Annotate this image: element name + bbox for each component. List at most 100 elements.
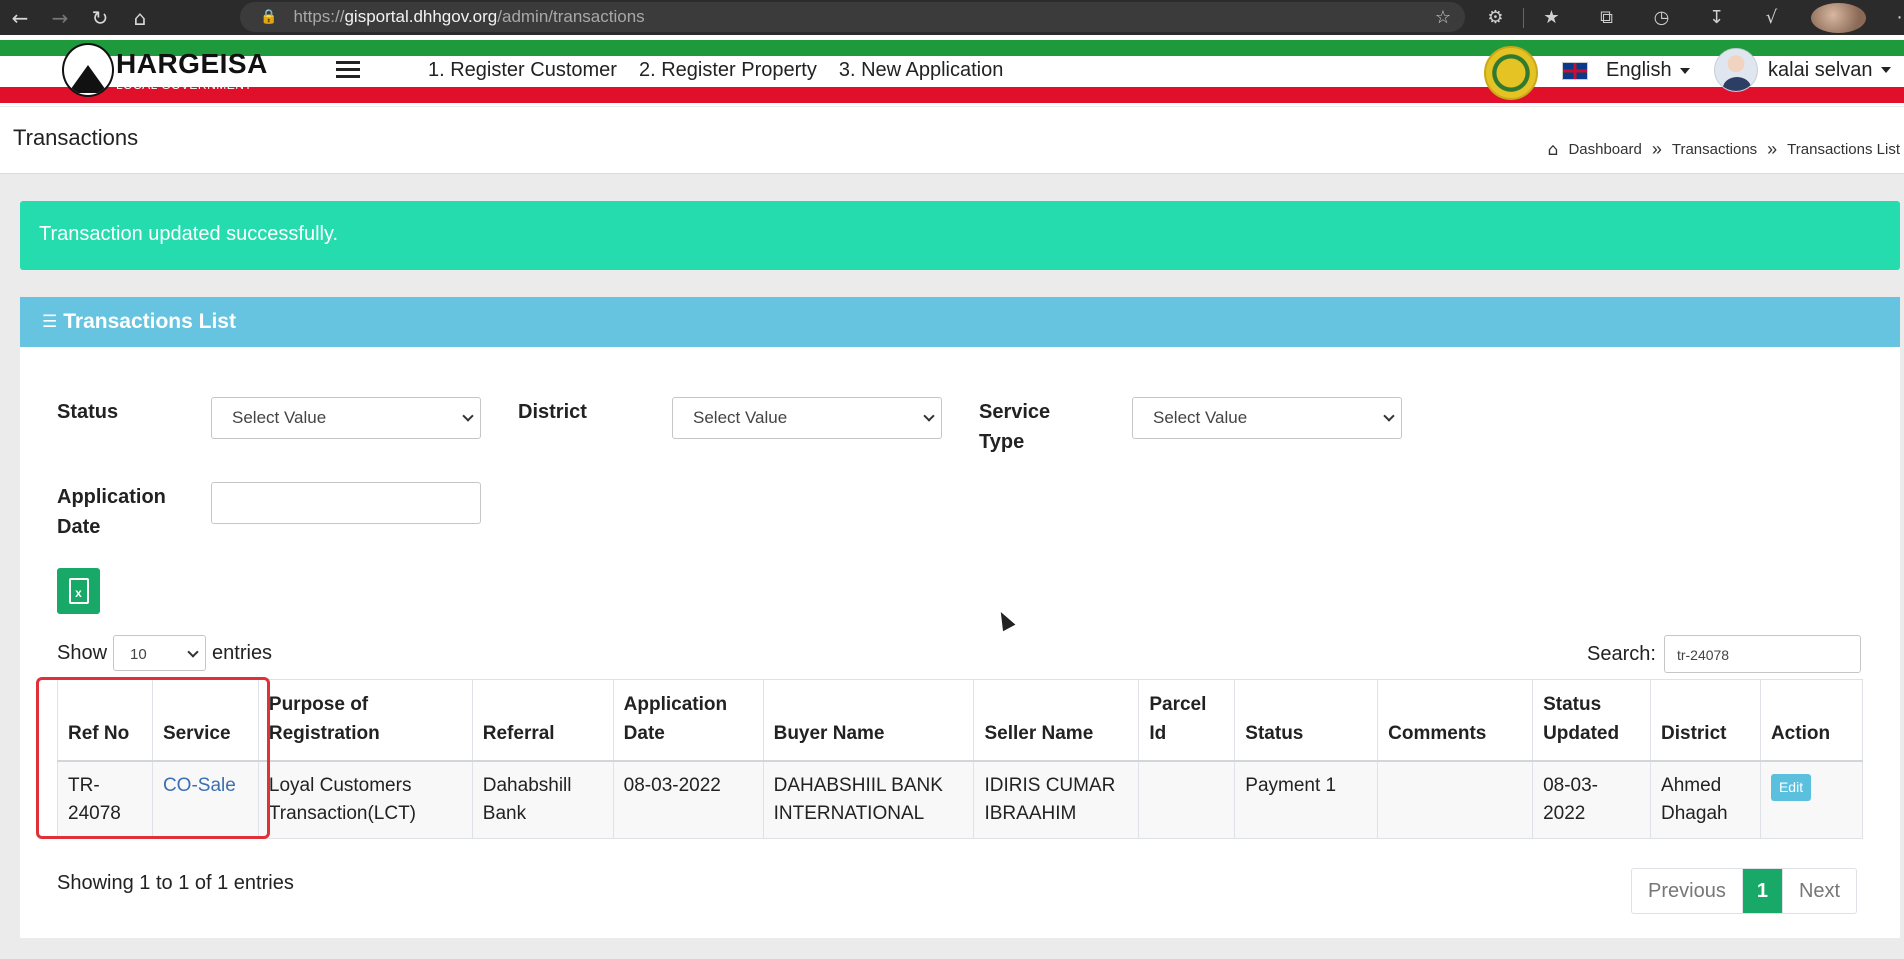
service-type-select[interactable]: Select Value: [1132, 397, 1402, 439]
table-header-row: Ref No Service Purpose of Registration R…: [57, 679, 1864, 762]
breadcrumb-dashboard[interactable]: Dashboard: [1568, 141, 1641, 158]
pagination-next[interactable]: Next: [1781, 869, 1856, 913]
app-header: HARGEISA LOCAL GOVERNMENT 1. Register Cu…: [0, 35, 1904, 106]
nav-register-property[interactable]: 2. Register Property: [639, 59, 817, 82]
search-label: Search:: [1587, 642, 1656, 665]
service-type-select-value: Select Value: [1153, 408, 1248, 427]
logo-text: HARGEISA LOCAL GOVERNMENT: [116, 47, 268, 91]
chevron-down-icon: [923, 410, 935, 422]
district-filter-label: District: [518, 401, 587, 423]
show-label: Show: [57, 641, 108, 664]
col-application-date[interactable]: Application Date: [612, 679, 764, 762]
col-purpose[interactable]: Purpose of Registration: [257, 679, 473, 762]
browser-actions: ⚙ ★ ⧉ ◷ ↧ √ ⋯: [1468, 0, 1904, 35]
pagination-page-1[interactable]: 1: [1741, 869, 1782, 913]
pagination-previous[interactable]: Previous: [1632, 869, 1742, 913]
col-referral[interactable]: Referral: [471, 679, 614, 762]
chevron-down-icon: [462, 410, 474, 422]
application-date-input[interactable]: [211, 482, 481, 524]
home-icon[interactable]: ⌂: [1548, 140, 1559, 160]
math-solver-icon[interactable]: √: [1744, 7, 1799, 28]
home-icon[interactable]: ⌂: [120, 0, 160, 35]
col-service[interactable]: Service: [151, 679, 259, 762]
menu-toggle-icon[interactable]: [336, 61, 360, 79]
more-menu-icon[interactable]: ⋯: [1878, 7, 1904, 28]
success-alert: Transaction updated successfully.: [20, 201, 1900, 270]
collections-icon[interactable]: ⧉: [1579, 7, 1634, 28]
forward-icon[interactable]: →: [40, 0, 80, 35]
url-text: https://gisportal.dhhgov.org/admin/trans…: [293, 7, 644, 27]
service-link[interactable]: CO-Sale: [163, 775, 236, 796]
breadcrumb-separator: »: [1767, 139, 1778, 159]
col-parcel-id[interactable]: Parcel Id: [1138, 679, 1236, 762]
status-filter-label: Status: [57, 401, 119, 423]
col-district[interactable]: District: [1650, 679, 1761, 762]
status-select[interactable]: Select Value: [211, 397, 481, 439]
export-excel-button[interactable]: x: [57, 568, 100, 614]
entries-length-control: Show 10 entries: [57, 635, 272, 671]
url-host: gisportal.dhhgov.org: [344, 7, 498, 26]
list-icon: ☰: [42, 312, 58, 332]
cell-status: Payment 1: [1234, 760, 1379, 839]
district-select[interactable]: Select Value: [672, 397, 942, 439]
downloads-icon[interactable]: ↧: [1689, 7, 1744, 28]
alert-message: Transaction updated successfully.: [39, 223, 339, 245]
col-status[interactable]: Status: [1234, 679, 1379, 762]
page-title: Transactions: [13, 125, 139, 150]
language-dropdown[interactable]: English: [1562, 59, 1690, 82]
breadcrumb-transactions[interactable]: Transactions: [1672, 141, 1757, 158]
transactions-card: ☰ Transactions List Status Select Value …: [20, 297, 1900, 938]
nav-new-application[interactable]: 3. New Application: [839, 59, 1004, 82]
entries-select[interactable]: 10: [113, 635, 207, 671]
chevron-down-icon: [187, 646, 199, 658]
caret-down-icon: [1880, 67, 1891, 73]
col-status-updated[interactable]: Status Updated: [1532, 679, 1652, 762]
lock-icon: 🔒: [260, 9, 278, 25]
favorites-icon[interactable]: ★: [1524, 7, 1579, 28]
card-title: Transactions List: [63, 310, 236, 333]
history-icon[interactable]: ◷: [1634, 7, 1689, 28]
application-date-label-line1: Application: [57, 486, 166, 508]
avatar: [1714, 48, 1758, 92]
url-scheme: https://: [293, 7, 345, 26]
extensions-icon[interactable]: ⚙: [1468, 7, 1523, 28]
table-row: TR-24078 CO-Sale Loyal Customers Transac…: [57, 760, 1864, 839]
mouse-cursor-icon: [994, 608, 1016, 632]
cell-comments: [1377, 760, 1534, 839]
refresh-icon[interactable]: ↻: [80, 0, 120, 35]
col-comments[interactable]: Comments: [1377, 679, 1534, 762]
pagination: Previous 1 Next: [1631, 868, 1858, 914]
col-action: Action: [1759, 679, 1864, 762]
address-bar[interactable]: 🔒 https://gisportal.dhhgov.org/admin/tra…: [240, 2, 1465, 32]
edit-button[interactable]: Edit: [1770, 774, 1812, 801]
caret-down-icon: [1679, 67, 1690, 74]
page-title-bar: Transactions ⌂ Dashboard » Transactions …: [0, 107, 1904, 174]
district-select-value: Select Value: [693, 408, 788, 427]
nav-register-customer[interactable]: 1. Register Customer: [428, 59, 617, 82]
status-select-value: Select Value: [232, 408, 327, 427]
col-seller-name[interactable]: Seller Name: [973, 679, 1140, 762]
service-type-filter-label: Service Type: [979, 397, 1050, 457]
flag-stripe-green: [0, 40, 1904, 56]
logo[interactable]: HARGEISA LOCAL GOVERNMENT: [62, 43, 268, 97]
url-path: /admin/transactions: [497, 7, 645, 26]
cell-purpose: Loyal Customers Transaction(LCT): [257, 760, 473, 839]
col-buyer-name[interactable]: Buyer Name: [762, 679, 975, 762]
breadcrumb-transactions-list: Transactions List: [1787, 141, 1900, 158]
chevron-down-icon: [1383, 410, 1395, 422]
logo-title: HARGEISA: [116, 47, 268, 79]
back-icon[interactable]: ←: [0, 0, 40, 35]
card-header: ☰ Transactions List: [20, 297, 1900, 347]
application-date-filter-label: Application Date: [57, 482, 166, 542]
search-input[interactable]: tr-24078: [1663, 635, 1861, 673]
flag-stripe-red: [0, 87, 1904, 103]
cell-ref-no: TR-24078: [57, 760, 153, 839]
add-favorite-icon[interactable]: ☆: [1435, 7, 1451, 28]
application-date-label-line2: Date: [57, 516, 101, 538]
col-ref-no[interactable]: Ref No: [57, 679, 153, 762]
table-info: Showing 1 to 1 of 1 entries: [57, 872, 294, 894]
user-menu[interactable]: kalai selvan: [1714, 48, 1891, 92]
excel-file-icon: x: [68, 578, 89, 604]
browser-profile-avatar[interactable]: [1811, 2, 1866, 33]
cell-parcel-id: [1138, 760, 1236, 839]
